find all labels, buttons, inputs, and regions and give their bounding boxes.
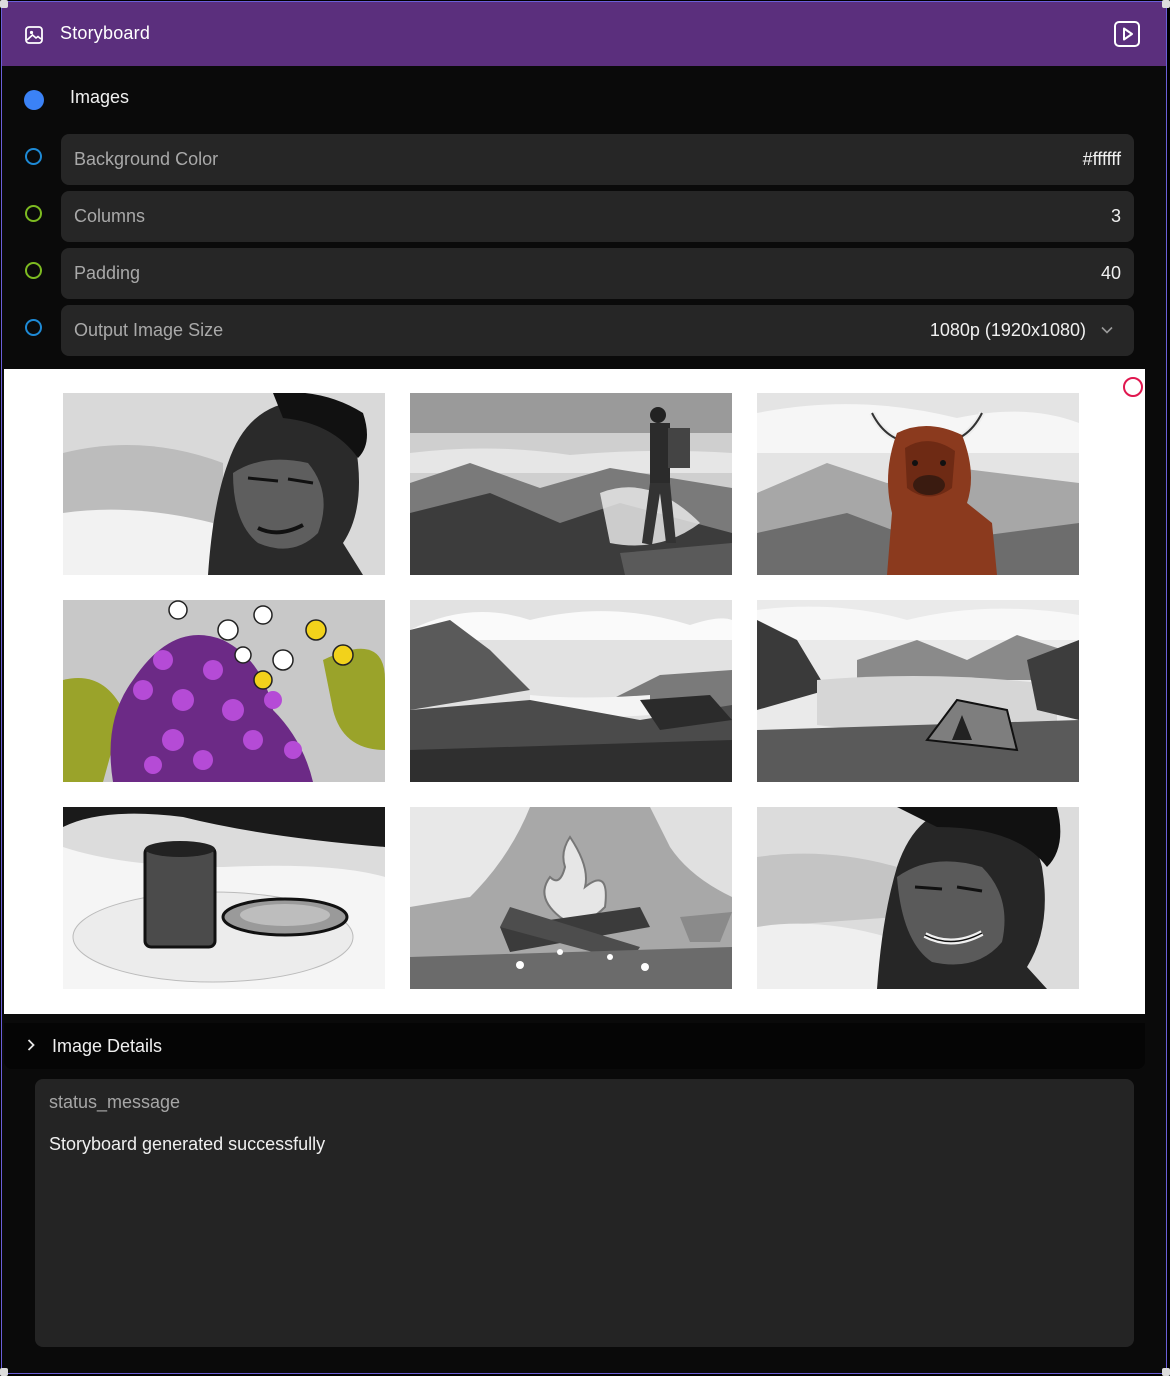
status-message: Storyboard generated successfully	[49, 1134, 326, 1154]
output-socket[interactable]	[1123, 377, 1143, 397]
image-icon	[25, 26, 43, 44]
padding-value[interactable]: 40	[1101, 263, 1121, 284]
frame-purple-flowers	[63, 600, 385, 782]
status-key: status_message	[49, 1092, 181, 1112]
play-square-icon[interactable]	[1113, 20, 1141, 48]
columns-field[interactable]: Columns 3	[61, 191, 1134, 242]
resize-handle-top-right[interactable]	[1162, 0, 1170, 8]
background-color-field[interactable]: Background Color #ffffff	[61, 134, 1134, 185]
node-title: Storyboard	[60, 23, 151, 43]
resize-handle-top-left[interactable]	[0, 0, 8, 8]
columns-label: Columns	[74, 206, 146, 226]
background-color-value[interactable]: #ffffff	[1083, 149, 1121, 170]
frame-highland-cow	[757, 393, 1079, 575]
frame-campfire	[410, 807, 732, 989]
chevron-right-icon[interactable]	[24, 1038, 38, 1052]
columns-value[interactable]: 3	[1111, 206, 1121, 227]
image-details-label: Image Details	[52, 1036, 163, 1056]
output-size-value[interactable]: 1080p (1920x1080)	[930, 320, 1086, 341]
chevron-down-icon[interactable]	[1100, 323, 1114, 337]
frame-mountain-valley-lake	[410, 600, 732, 782]
frame-tent-by-lake	[757, 600, 1079, 782]
output-size-socket[interactable]	[25, 319, 42, 336]
padding-socket[interactable]	[25, 262, 42, 279]
images-label: Images	[70, 87, 130, 107]
padding-label: Padding	[74, 263, 141, 283]
columns-socket[interactable]	[25, 205, 42, 222]
background-color-socket[interactable]	[25, 148, 42, 165]
status-output-panel: status_message Storyboard generated succ…	[35, 1079, 1134, 1347]
resize-handle-bottom-left[interactable]	[0, 1368, 8, 1376]
background-color-label: Background Color	[74, 149, 219, 169]
output-size-select[interactable]: Output Image Size 1080p (1920x1080)	[61, 305, 1134, 356]
frame-cup-and-plate	[63, 807, 385, 989]
storyboard-node[interactable]: Storyboard Images Background Color #ffff…	[1, 1, 1167, 1374]
images-socket[interactable]	[24, 90, 44, 110]
frame-hiker-on-cliff	[410, 393, 732, 575]
padding-field[interactable]: Padding 40	[61, 248, 1134, 299]
storyboard-preview	[4, 369, 1145, 1014]
node-header[interactable]: Storyboard	[2, 2, 1166, 66]
output-size-label: Output Image Size	[74, 320, 224, 340]
image-details-toggle[interactable]: Image Details	[4, 1023, 1145, 1069]
frame-portrait-man-smiling	[757, 807, 1079, 989]
resize-handle-bottom-right[interactable]	[1162, 1368, 1170, 1376]
frame-portrait-man-serious	[63, 393, 385, 575]
